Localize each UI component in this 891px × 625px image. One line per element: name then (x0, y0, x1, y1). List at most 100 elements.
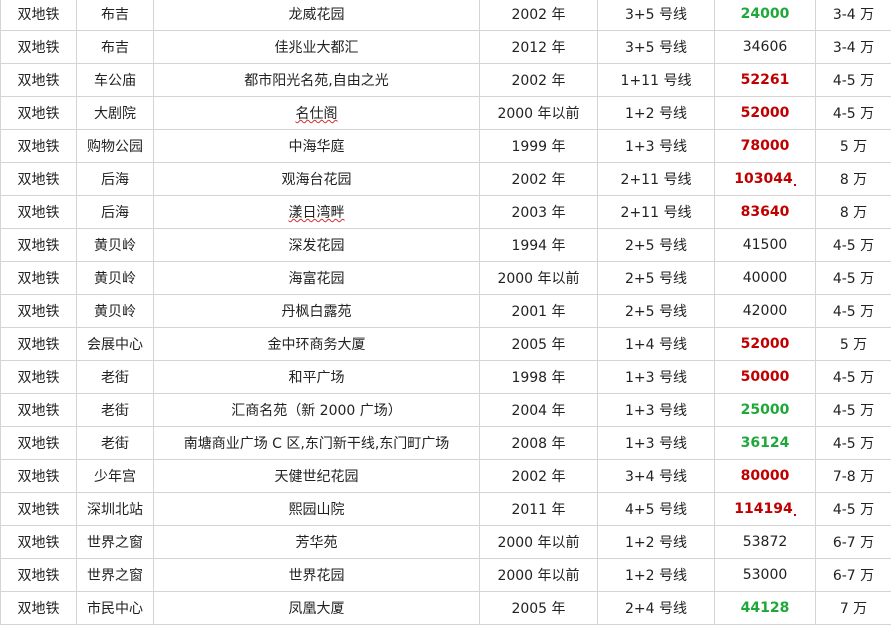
total-price-cell: 7-8 万 (816, 460, 891, 493)
year-cell: 2001 年 (480, 295, 598, 328)
area-cell: 黄贝岭 (77, 262, 154, 295)
price-cell: 24000 (715, 0, 816, 31)
metro-lines-cell: 2+5 号线 (598, 262, 715, 295)
metro-lines-cell: 2+5 号线 (598, 229, 715, 262)
estate-name: 名仕阁 (296, 106, 338, 122)
estate-cell: 中海华庭 (154, 130, 480, 163)
metro-type-cell: 双地铁 (1, 163, 77, 196)
table-row: 双地铁 黄贝岭 深发花园 1994 年 2+5 号线 41500 4-5 万 (1, 229, 891, 262)
metro-lines-cell: 1+3 号线 (598, 427, 715, 460)
area-cell: 后海 (77, 163, 154, 196)
table-row: 双地铁 黄贝岭 丹枫白露苑 2001 年 2+5 号线 42000 4-5 万 (1, 295, 891, 328)
price-cell: 83640 (715, 196, 816, 229)
metro-lines-cell: 3+5 号线 (598, 31, 715, 64)
price-cell: 40000 (715, 262, 816, 295)
estate-cell: 都市阳光名苑,自由之光 (154, 64, 480, 97)
price-cell: 52261 (715, 64, 816, 97)
estate-cell: 熙园山院 (154, 493, 480, 526)
price-cell: 103044 (715, 163, 816, 196)
table-row: 双地铁 世界之窗 芳华苑 2000 年以前 1+2 号线 53872 6-7 万 (1, 526, 891, 559)
area-cell: 世界之窗 (77, 559, 154, 592)
table-row: 双地铁 黄贝岭 海富花园 2000 年以前 2+5 号线 40000 4-5 万 (1, 262, 891, 295)
metro-type-cell: 双地铁 (1, 31, 77, 64)
area-cell: 后海 (77, 196, 154, 229)
metro-lines-cell: 1+3 号线 (598, 394, 715, 427)
estate-cell: 名仕阁 (154, 97, 480, 130)
total-price-cell: 3-4 万 (816, 0, 891, 31)
price-cell: 53872 (715, 526, 816, 559)
total-price-cell: 4-5 万 (816, 361, 891, 394)
metro-type-cell: 双地铁 (1, 262, 77, 295)
estate-cell: 海富花园 (154, 262, 480, 295)
total-price-cell: 4-5 万 (816, 493, 891, 526)
year-cell: 2002 年 (480, 460, 598, 493)
year-cell: 2002 年 (480, 163, 598, 196)
metro-lines-cell: 2+5 号线 (598, 295, 715, 328)
metro-type-cell: 双地铁 (1, 97, 77, 130)
metro-type-cell: 双地铁 (1, 427, 77, 460)
metro-lines-cell: 1+2 号线 (598, 526, 715, 559)
table-row: 双地铁 布吉 佳兆业大都汇 2012 年 3+5 号线 34606 3-4 万 (1, 31, 891, 64)
year-cell: 2011 年 (480, 493, 598, 526)
year-cell: 2004 年 (480, 394, 598, 427)
total-price-cell: 4-5 万 (816, 394, 891, 427)
metro-lines-cell: 1+3 号线 (598, 361, 715, 394)
metro-type-cell: 双地铁 (1, 196, 77, 229)
metro-type-cell: 双地铁 (1, 526, 77, 559)
metro-lines-cell: 1+2 号线 (598, 559, 715, 592)
total-price-cell: 5 万 (816, 328, 891, 361)
price-cell: 52000 (715, 97, 816, 130)
table-row: 双地铁 老街 和平广场 1998 年 1+3 号线 50000 4-5 万 (1, 361, 891, 394)
year-cell: 2008 年 (480, 427, 598, 460)
total-price-cell: 5 万 (816, 130, 891, 163)
year-cell: 2002 年 (480, 0, 598, 31)
table-row: 双地铁 老街 汇商名苑（新 2000 广场） 2004 年 1+3 号线 250… (1, 394, 891, 427)
metro-type-cell: 双地铁 (1, 0, 77, 31)
metro-type-cell: 双地铁 (1, 361, 77, 394)
price-cell: 25000 (715, 394, 816, 427)
total-price-cell: 4-5 万 (816, 295, 891, 328)
comment-marker-icon (794, 514, 796, 516)
comment-marker-icon (794, 184, 796, 186)
price-cell: 42000 (715, 295, 816, 328)
table-row: 双地铁 后海 观海台花园 2002 年 2+11 号线 103044 8 万 (1, 163, 891, 196)
total-price-cell: 4-5 万 (816, 97, 891, 130)
total-price-cell: 8 万 (816, 163, 891, 196)
price-cell: 52000 (715, 328, 816, 361)
metro-lines-cell: 1+4 号线 (598, 328, 715, 361)
year-cell: 2012 年 (480, 31, 598, 64)
table-body: 双地铁 布吉 龙威花园 2002 年 3+5 号线 24000 3-4 万 双地… (1, 0, 891, 625)
metro-type-cell: 双地铁 (1, 295, 77, 328)
total-price-cell: 4-5 万 (816, 229, 891, 262)
price-cell: 80000 (715, 460, 816, 493)
year-cell: 2003 年 (480, 196, 598, 229)
metro-lines-cell: 2+11 号线 (598, 196, 715, 229)
area-cell: 车公庙 (77, 64, 154, 97)
metro-type-cell: 双地铁 (1, 328, 77, 361)
year-cell: 2005 年 (480, 328, 598, 361)
estate-name: 漾日湾畔 (289, 205, 345, 221)
area-cell: 世界之窗 (77, 526, 154, 559)
table-row: 双地铁 老街 南塘商业广场 C 区,东门新干线,东门町广场 2008 年 1+3… (1, 427, 891, 460)
estate-cell: 世界花园 (154, 559, 480, 592)
year-cell: 1994 年 (480, 229, 598, 262)
estate-cell: 漾日湾畔 (154, 196, 480, 229)
metro-lines-cell: 4+5 号线 (598, 493, 715, 526)
area-cell: 老街 (77, 394, 154, 427)
year-cell: 2000 年以前 (480, 97, 598, 130)
metro-type-cell: 双地铁 (1, 460, 77, 493)
price-cell: 53000 (715, 559, 816, 592)
total-price-cell: 4-5 万 (816, 262, 891, 295)
price-cell: 114194 (715, 493, 816, 526)
metro-lines-cell: 1+11 号线 (598, 64, 715, 97)
area-cell: 大剧院 (77, 97, 154, 130)
metro-type-cell: 双地铁 (1, 394, 77, 427)
metro-type-cell: 双地铁 (1, 493, 77, 526)
table-row: 双地铁 后海 漾日湾畔 2003 年 2+11 号线 83640 8 万 (1, 196, 891, 229)
area-cell: 布吉 (77, 0, 154, 31)
area-cell: 会展中心 (77, 328, 154, 361)
area-cell: 购物公园 (77, 130, 154, 163)
price-cell: 78000 (715, 130, 816, 163)
table-row: 双地铁 世界之窗 世界花园 2000 年以前 1+2 号线 53000 6-7 … (1, 559, 891, 592)
total-price-cell: 8 万 (816, 196, 891, 229)
